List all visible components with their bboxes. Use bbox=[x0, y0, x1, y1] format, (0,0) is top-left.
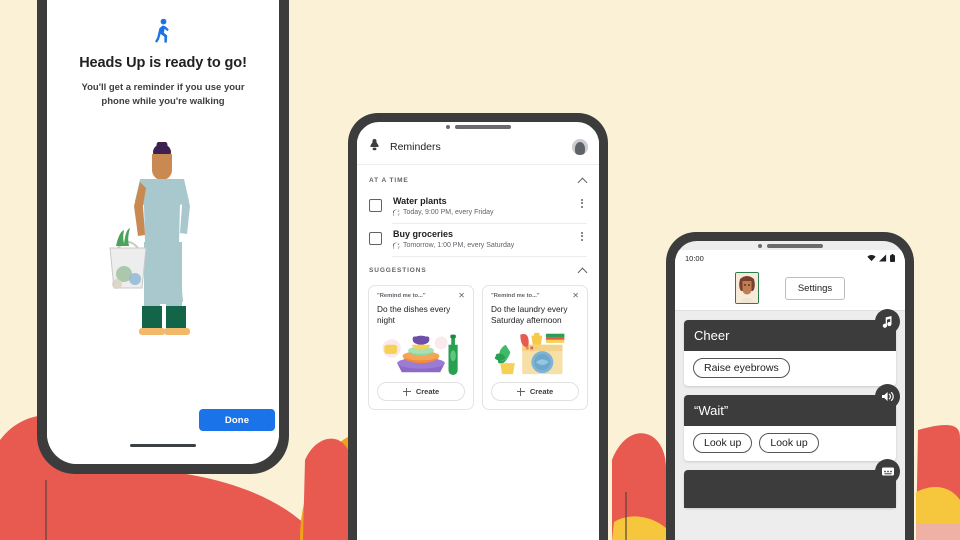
suggestion-text: Do the dishes every night bbox=[377, 304, 451, 325]
camera-dot bbox=[757, 244, 762, 248]
done-button[interactable]: Done bbox=[199, 409, 275, 431]
camera-dot bbox=[445, 125, 450, 129]
section-title: AT A TIME bbox=[369, 177, 409, 184]
reminder-meta: Tomorrow, 1:00 PM, every Saturday bbox=[393, 242, 576, 249]
reminder-checkbox[interactable] bbox=[369, 199, 382, 212]
overflow-menu-icon[interactable] bbox=[576, 197, 587, 209]
walking-person-illustration bbox=[47, 142, 279, 360]
phone-3-screen: 10:00 Settings Cheer Raise eyebrows “Wai… bbox=[675, 241, 905, 540]
phone-3-cards: 10:00 Settings Cheer Raise eyebrows “Wai… bbox=[666, 232, 914, 540]
avatar[interactable] bbox=[572, 139, 588, 155]
reminder-meta-text: Tomorrow, 1:00 PM, every Saturday bbox=[403, 242, 515, 249]
app-bar: Reminders bbox=[357, 130, 599, 165]
reminder-row[interactable]: Buy groceries Tomorrow, 1:00 PM, every S… bbox=[357, 224, 599, 256]
phone-2-reminders: Reminders AT A TIME Water plants Today, … bbox=[348, 113, 608, 540]
reminder-row[interactable]: Water plants Today, 9:00 PM, every Frida… bbox=[357, 191, 599, 223]
chevron-up-icon[interactable] bbox=[578, 176, 587, 185]
card-chip[interactable]: Raise eyebrows bbox=[693, 358, 790, 378]
settings-button[interactable]: Settings bbox=[784, 276, 846, 300]
card-heading: “Wait” bbox=[684, 395, 896, 426]
suggestion-text: Do the laundry every Saturday afternoon bbox=[491, 304, 568, 325]
overflow-menu-icon[interactable] bbox=[576, 230, 587, 242]
status-time: 10:00 bbox=[685, 253, 704, 263]
card-wait[interactable]: “Wait” Look up Look up bbox=[684, 384, 900, 461]
screenshot-stage: Heads Up is ready to go! You'll get a re… bbox=[0, 0, 960, 540]
chevron-up-icon[interactable] bbox=[578, 266, 587, 275]
suggestion-card[interactable]: "Remind me to..." ✕ Do the dishes every … bbox=[368, 285, 474, 410]
keyboard-icon[interactable] bbox=[875, 459, 900, 484]
card-cheer[interactable]: Cheer Raise eyebrows bbox=[684, 309, 900, 386]
card-chip[interactable]: Look up bbox=[759, 433, 819, 453]
reminder-title: Water plants bbox=[393, 196, 447, 206]
dishes-illustration bbox=[377, 330, 465, 376]
section-title: SUGGESTIONS bbox=[369, 267, 427, 274]
earpiece-speaker bbox=[454, 125, 511, 129]
repeat-icon bbox=[393, 209, 400, 216]
section-header-at-a-time[interactable]: AT A TIME bbox=[357, 165, 599, 191]
wifi-icon bbox=[867, 255, 876, 262]
music-note-icon[interactable] bbox=[875, 309, 900, 334]
repeat-icon bbox=[393, 242, 400, 249]
earpiece-speaker bbox=[766, 244, 823, 248]
suggestion-quote: "Remind me to..." bbox=[377, 293, 426, 299]
status-bar: 10:00 bbox=[675, 250, 905, 266]
reminder-meta-text: Today, 9:00 PM, every Friday bbox=[403, 209, 494, 216]
camera-notch bbox=[357, 125, 599, 129]
create-button[interactable]: Create bbox=[377, 382, 465, 401]
phone-1-screen: Heads Up is ready to go! You'll get a re… bbox=[47, 0, 279, 464]
create-button[interactable]: Create bbox=[491, 382, 579, 401]
plus-icon bbox=[516, 387, 525, 396]
reminder-title: Buy groceries bbox=[393, 229, 454, 239]
phone-1-heads-up: Heads Up is ready to go! You'll get a re… bbox=[37, 0, 289, 474]
page-title: Heads Up is ready to go! bbox=[79, 55, 247, 71]
walking-person-icon bbox=[47, 18, 279, 49]
phone-2-screen: Reminders AT A TIME Water plants Today, … bbox=[357, 122, 599, 540]
reminder-checkbox[interactable] bbox=[369, 232, 382, 245]
card-chip[interactable]: Look up bbox=[693, 433, 753, 453]
page-subtitle: You'll get a reminder if you use your ph… bbox=[81, 82, 245, 107]
app-title: Reminders bbox=[390, 141, 441, 153]
phone-3-top-bar: Settings bbox=[675, 266, 905, 311]
create-label: Create bbox=[529, 387, 554, 396]
battery-icon bbox=[890, 254, 895, 262]
plus-icon bbox=[402, 387, 411, 396]
suggestion-quote: "Remind me to..." bbox=[491, 293, 540, 299]
close-icon[interactable]: ✕ bbox=[572, 292, 579, 299]
portrait-avatar[interactable] bbox=[734, 272, 759, 304]
suggestion-card[interactable]: "Remind me to..." ✕ Do the laundry every… bbox=[482, 285, 588, 410]
card-partial[interactable] bbox=[684, 459, 900, 508]
card-heading bbox=[684, 470, 896, 508]
card-list: Cheer Raise eyebrows “Wait” Look up Look… bbox=[675, 309, 905, 508]
volume-up-icon[interactable] bbox=[875, 384, 900, 409]
camera-notch bbox=[675, 244, 905, 248]
card-heading: Cheer bbox=[684, 320, 896, 351]
laundry-illustration bbox=[491, 330, 579, 376]
close-icon[interactable]: ✕ bbox=[458, 292, 465, 299]
signal-icon bbox=[879, 254, 887, 262]
home-indicator bbox=[130, 443, 196, 447]
reminders-icon bbox=[368, 138, 381, 157]
reminder-meta: Today, 9:00 PM, every Friday bbox=[393, 209, 576, 216]
section-header-suggestions[interactable]: SUGGESTIONS bbox=[357, 257, 599, 281]
create-label: Create bbox=[415, 387, 440, 396]
